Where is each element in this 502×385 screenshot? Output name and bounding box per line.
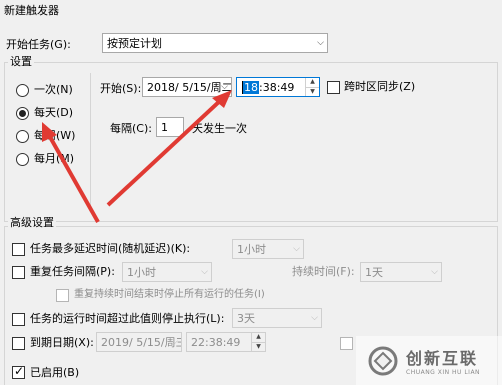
brand-logo-icon [368, 346, 398, 375]
arrow-to-daily [42, 122, 100, 223]
arrow-to-time [106, 90, 232, 207]
annotation-arrows [42, 90, 232, 223]
watermark: 创新互联 CHUANG XIN HU LIAN [356, 336, 502, 385]
watermark-cn: 创新互联 [406, 349, 479, 368]
watermark-en: CHUANG XIN HU LIAN [406, 369, 481, 376]
